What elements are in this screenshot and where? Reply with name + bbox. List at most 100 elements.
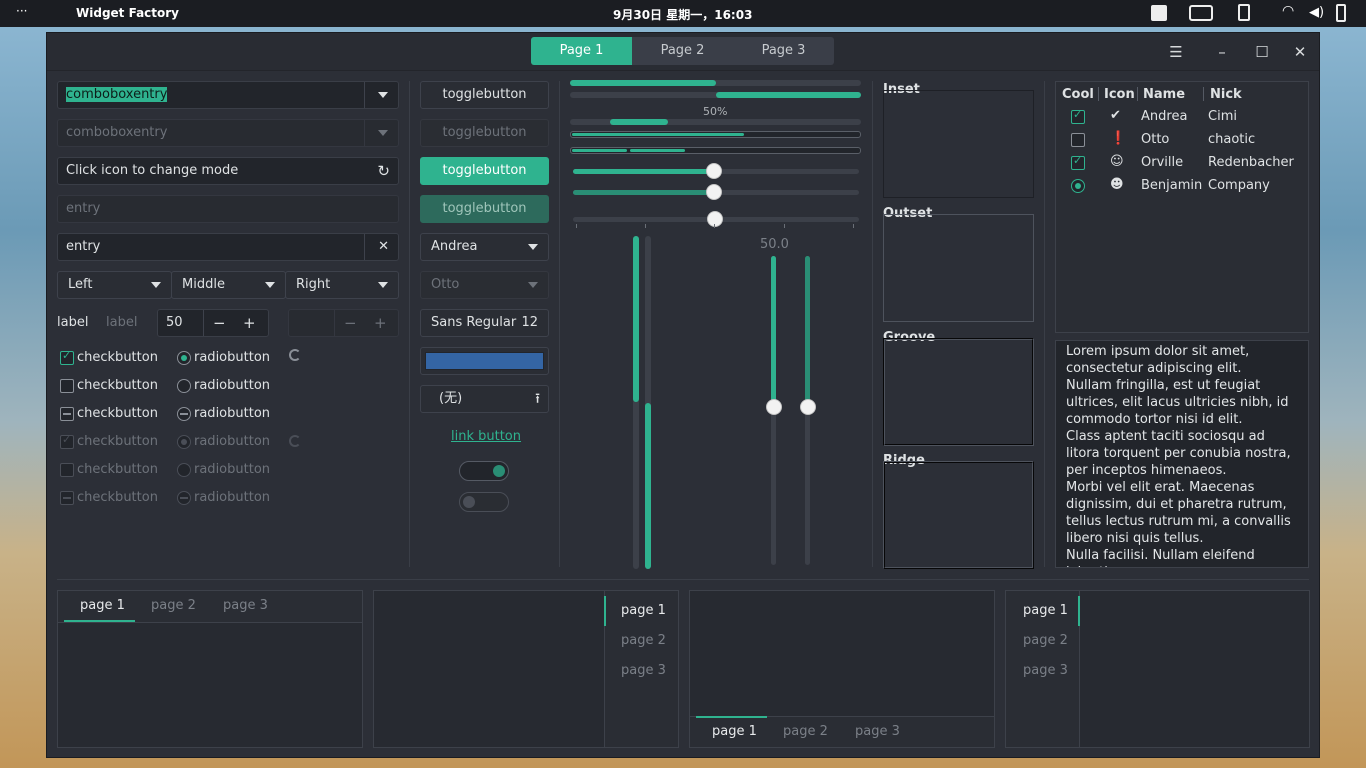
tab-page-1[interactable]: page 1	[712, 724, 757, 739]
radiobutton-label[interactable]: radiobutton	[194, 406, 270, 421]
scale-mark	[853, 224, 854, 228]
spinner-icon	[289, 349, 301, 361]
tab-page-2[interactable]: page 2	[621, 633, 666, 648]
link-button[interactable]: link button	[451, 429, 521, 444]
combo-right[interactable]: Right	[285, 271, 399, 299]
notebook-tabs-bottom: page 1 page 2 page 3	[689, 590, 995, 748]
spin-value: 50	[166, 315, 183, 330]
entry-clearable[interactable]: entry ✕	[57, 233, 399, 261]
stack-page-3[interactable]: Page 3	[733, 37, 834, 65]
spinner-disabled-icon	[289, 435, 301, 447]
col-header-cool[interactable]: Cool	[1062, 87, 1094, 102]
row-checkbox-checked[interactable]: ✓	[1071, 108, 1085, 124]
tab-page-1[interactable]: page 1	[80, 598, 125, 613]
spin-button[interactable]: 50 − +	[157, 309, 269, 337]
power-icon[interactable]	[1336, 4, 1346, 22]
togglebutton[interactable]: togglebutton	[420, 81, 549, 109]
maximize-icon[interactable]: ☐	[1252, 42, 1272, 62]
combobox-entry-disabled-text: comboboxentry	[66, 125, 168, 140]
row-radio-selected[interactable]	[1071, 179, 1085, 193]
tab-page-1[interactable]: page 1	[1023, 603, 1068, 618]
activities-menu[interactable]: ···	[16, 4, 27, 18]
tab-page-3[interactable]: page 3	[621, 663, 666, 678]
font-size: 12	[521, 315, 538, 330]
nvidia-icon[interactable]	[1189, 5, 1213, 21]
checkbutton-label[interactable]: checkbutton	[77, 350, 158, 365]
checkbutton-label[interactable]: checkbutton	[77, 406, 158, 421]
col-header-nick[interactable]: Nick	[1210, 87, 1242, 102]
combo-left-label: Left	[68, 277, 93, 292]
combobox-andrea[interactable]: Andrea	[420, 233, 549, 261]
app-name[interactable]: Widget Factory	[76, 6, 179, 20]
file-chooser-button[interactable]: (无) ⭱	[420, 385, 549, 413]
color-button[interactable]	[420, 347, 549, 375]
combo-left[interactable]: Left	[57, 271, 172, 299]
clipboard-icon[interactable]	[1238, 4, 1250, 21]
mode-entry[interactable]: Click icon to change mode ↻	[57, 157, 399, 185]
clear-icon[interactable]: ✕	[378, 234, 389, 260]
combobox-entry-text: comboboxentry	[66, 87, 168, 102]
radiobutton[interactable]	[177, 379, 191, 393]
col-header-icon[interactable]: Icon	[1104, 87, 1135, 102]
scale-2-handle[interactable]	[706, 184, 722, 200]
chevron-down-icon[interactable]	[378, 92, 388, 98]
scale-3-handle[interactable]	[707, 211, 723, 227]
checkbutton-label[interactable]: checkbutton	[77, 378, 158, 393]
scale-mark	[784, 224, 785, 228]
progress-bar-pulse	[570, 119, 861, 125]
wifi-icon[interactable]: ◠	[1282, 3, 1294, 19]
scale-1-handle[interactable]	[706, 163, 722, 179]
radiobutton-mixed[interactable]	[177, 407, 191, 421]
minus-icon[interactable]: −	[213, 310, 226, 336]
color-swatch	[425, 352, 544, 370]
clock[interactable]: 9月30日 星期一，16:03	[613, 6, 752, 23]
switch-on[interactable]	[459, 461, 509, 481]
radiobutton-label[interactable]: radiobutton	[194, 350, 270, 365]
column-separator	[872, 81, 873, 567]
scale-mark	[576, 224, 577, 228]
togglebutton-active[interactable]: togglebutton	[420, 157, 549, 185]
frame-groove	[883, 338, 1034, 446]
notebook-tabs-right: page 1 page 2 page 3	[373, 590, 679, 748]
app-indicator-icon[interactable]	[1151, 5, 1167, 21]
volume-icon[interactable]: ◀)	[1309, 5, 1324, 20]
checkbutton-mixed[interactable]	[60, 407, 74, 421]
combo-middle-label: Middle	[182, 277, 225, 292]
vertical-scale-2-handle[interactable]	[800, 399, 816, 415]
checkbutton-unchecked[interactable]	[60, 379, 74, 393]
radiobutton-selected[interactable]	[177, 351, 191, 365]
tab-page-2[interactable]: page 2	[1023, 633, 1068, 648]
text-view[interactable]: Lorem ipsum dolor sit amet, consectetur …	[1055, 340, 1309, 568]
plus-icon[interactable]: +	[243, 310, 256, 336]
radio-dot-icon	[181, 439, 187, 445]
tree-view[interactable]: Cool Icon Name Nick ✓ ✔ Andrea Cimi ❗ Ot…	[1055, 81, 1309, 333]
radiobutton-label[interactable]: radiobutton	[194, 378, 270, 393]
tab-page-2[interactable]: page 2	[151, 598, 196, 613]
stack-page-2[interactable]: Page 2	[632, 37, 733, 65]
minimize-icon[interactable]: –	[1212, 42, 1232, 62]
row-checkbox-checked[interactable]: ✓	[1071, 154, 1085, 170]
col-header-name[interactable]: Name	[1143, 87, 1185, 102]
row-checkbox[interactable]	[1071, 133, 1085, 147]
combo-middle[interactable]: Middle	[171, 271, 286, 299]
close-icon[interactable]: ✕	[1290, 42, 1310, 62]
tab-page-3[interactable]: page 3	[223, 598, 268, 613]
progress-text: 50%	[703, 105, 728, 118]
dash-icon	[180, 497, 188, 499]
font-button[interactable]: Sans Regular 12	[420, 309, 549, 337]
stack-page-1[interactable]: Page 1	[531, 37, 632, 65]
tab-page-3[interactable]: page 3	[855, 724, 900, 739]
vertical-scale-1-handle[interactable]	[766, 399, 782, 415]
tab-page-2[interactable]: page 2	[783, 724, 828, 739]
tab-page-1[interactable]: page 1	[621, 603, 666, 618]
refresh-icon[interactable]: ↻	[377, 158, 390, 184]
checkbutton-checked[interactable]: ✓	[60, 349, 74, 365]
header-divider	[1098, 87, 1099, 101]
menu-icon[interactable]: ☰	[1166, 42, 1186, 62]
plus-icon: +	[374, 314, 387, 332]
level-bar	[570, 131, 861, 138]
combobox-entry[interactable]: comboboxentry	[57, 81, 399, 109]
tab-page-3[interactable]: page 3	[1023, 663, 1068, 678]
chevron-down-icon	[378, 282, 388, 288]
check-icon: ✓	[1073, 108, 1083, 121]
